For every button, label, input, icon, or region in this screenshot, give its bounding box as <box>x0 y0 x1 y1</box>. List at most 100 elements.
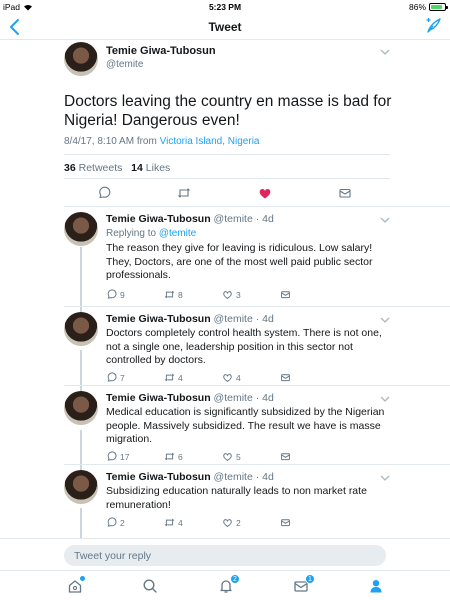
chevron-down-icon[interactable] <box>380 316 390 324</box>
reply-actions: 7 4 4 <box>106 372 306 384</box>
tab-profile[interactable] <box>368 578 384 594</box>
tweet-location-link[interactable]: Victoria Island, Nigeria <box>160 136 260 147</box>
retweet-action[interactable]: 4 <box>164 372 183 383</box>
author-name[interactable]: Temie Giwa-Tubosun <box>106 313 211 325</box>
reply-count: 17 <box>120 451 130 462</box>
reply-action[interactable]: 9 <box>106 289 125 300</box>
mail-icon <box>281 374 290 382</box>
like-count: 5 <box>236 451 241 462</box>
reply-icon <box>107 289 117 299</box>
chevron-down-icon[interactable] <box>380 216 390 224</box>
tweet-stats: 36 Retweets 14 Likes <box>64 162 170 174</box>
reply-header: Temie Giwa-Tubosun @temite · 4d <box>106 213 274 225</box>
chevron-down-icon[interactable] <box>380 395 390 403</box>
notifications-badge: 2 <box>230 574 240 584</box>
tweet-meta: 8/4/17, 8:10 AM from Victoria Island, Ni… <box>64 136 259 147</box>
reply-text: Medical education is significantly subsi… <box>106 406 385 446</box>
avatar[interactable] <box>64 212 98 246</box>
author-handle[interactable]: @temite <box>106 59 143 70</box>
like-action[interactable]: 3 <box>222 289 241 300</box>
reply-header: Temie Giwa-Tubosun @temite · 4d <box>106 313 274 325</box>
compose-tweet-icon[interactable] <box>424 17 442 35</box>
author-name[interactable]: Temie Giwa-Tubosun <box>106 471 211 483</box>
like-action[interactable]: 2 <box>222 517 241 528</box>
author-meta: @temite · 4d <box>213 313 274 325</box>
avatar[interactable] <box>64 42 98 76</box>
retweets-label: Retweets <box>78 162 123 174</box>
reply-action[interactable]: 17 <box>106 451 129 462</box>
likes-stat[interactable]: 14 Likes <box>131 162 170 174</box>
share-action[interactable] <box>280 289 291 300</box>
share-action[interactable] <box>280 372 291 383</box>
like-action[interactable]: 4 <box>222 372 241 383</box>
tweet-text: Doctors leaving the country en masse is … <box>64 93 392 129</box>
reply-action[interactable]: 2 <box>106 517 125 528</box>
reply-icon[interactable] <box>97 186 111 200</box>
retweet-count: 4 <box>178 372 183 383</box>
divider <box>64 154 390 155</box>
reply-icon <box>107 451 117 461</box>
status-time: 5:23 PM <box>208 2 242 12</box>
replying-to-link[interactable]: @temite <box>159 228 196 239</box>
retweets-stat[interactable]: 36 Retweets <box>64 162 122 174</box>
reply-header: Temie Giwa-Tubosun @temite · 4d <box>106 392 274 404</box>
mail-icon <box>281 291 290 299</box>
reply-text: Doctors completely control health system… <box>106 327 382 367</box>
retweet-action[interactable]: 6 <box>164 451 183 462</box>
tab-notifications[interactable]: 2 <box>218 574 240 594</box>
battery-percent: 86% <box>408 2 426 12</box>
retweets-count: 36 <box>64 162 76 174</box>
reply-text: Subsidizing education naturally leads to… <box>106 485 367 511</box>
reply-icon <box>107 517 117 527</box>
author-name[interactable]: Temie Giwa-Tubosun <box>106 45 216 57</box>
battery-icon <box>429 3 448 11</box>
reply-composer-bar <box>0 538 450 570</box>
chevron-down-icon[interactable] <box>380 48 390 56</box>
reply-header: Temie Giwa-Tubosun @temite · 4d <box>106 471 274 483</box>
author-name[interactable]: Temie Giwa-Tubosun <box>106 213 211 225</box>
author-meta: @temite · 4d <box>213 471 274 483</box>
like-count: 4 <box>236 372 241 383</box>
divider <box>64 385 450 386</box>
share-action[interactable] <box>280 517 291 528</box>
retweet-action[interactable]: 4 <box>164 517 183 528</box>
retweet-icon <box>164 518 175 527</box>
likes-label: Likes <box>145 162 171 174</box>
replying-to: Replying to @temite <box>106 228 196 239</box>
retweet-count: 6 <box>178 451 183 462</box>
tab-search[interactable] <box>142 578 158 594</box>
divider <box>64 178 390 179</box>
avatar[interactable] <box>64 312 98 346</box>
like-heart-icon[interactable] <box>258 186 272 200</box>
tab-home[interactable] <box>67 576 85 594</box>
status-bar: iPad 5:23 PM 86% <box>0 0 450 14</box>
author-name[interactable]: Temie Giwa-Tubosun <box>106 392 211 404</box>
avatar[interactable] <box>64 470 98 504</box>
tweet-timestamp: 8/4/17, 8:10 AM from <box>64 136 157 147</box>
tweet-actions <box>64 186 390 202</box>
author-meta: @temite · 4d <box>213 392 274 404</box>
retweet-icon[interactable] <box>177 186 191 200</box>
divider <box>64 206 450 207</box>
share-action[interactable] <box>280 451 291 462</box>
retweet-icon <box>164 290 175 299</box>
reply-actions: 9 8 3 <box>106 289 306 301</box>
chevron-down-icon[interactable] <box>380 474 390 482</box>
retweet-icon <box>164 373 175 382</box>
avatar[interactable] <box>64 391 98 425</box>
retweet-action[interactable]: 8 <box>164 289 183 300</box>
tab-messages[interactable]: 1 <box>293 574 315 594</box>
likes-count: 14 <box>131 162 143 174</box>
mail-icon <box>281 519 290 527</box>
reply-action[interactable]: 7 <box>106 372 125 383</box>
replying-prefix: Replying to <box>106 228 157 239</box>
like-action[interactable]: 5 <box>222 451 241 462</box>
messages-badge: 1 <box>305 574 315 584</box>
divider <box>64 464 450 465</box>
reply-input[interactable] <box>64 545 386 566</box>
like-count: 2 <box>236 517 241 528</box>
page-title: Tweet <box>208 20 242 34</box>
reply-actions: 17 6 5 <box>106 451 306 463</box>
share-mail-icon[interactable] <box>338 186 352 200</box>
reply-count: 7 <box>120 372 125 383</box>
